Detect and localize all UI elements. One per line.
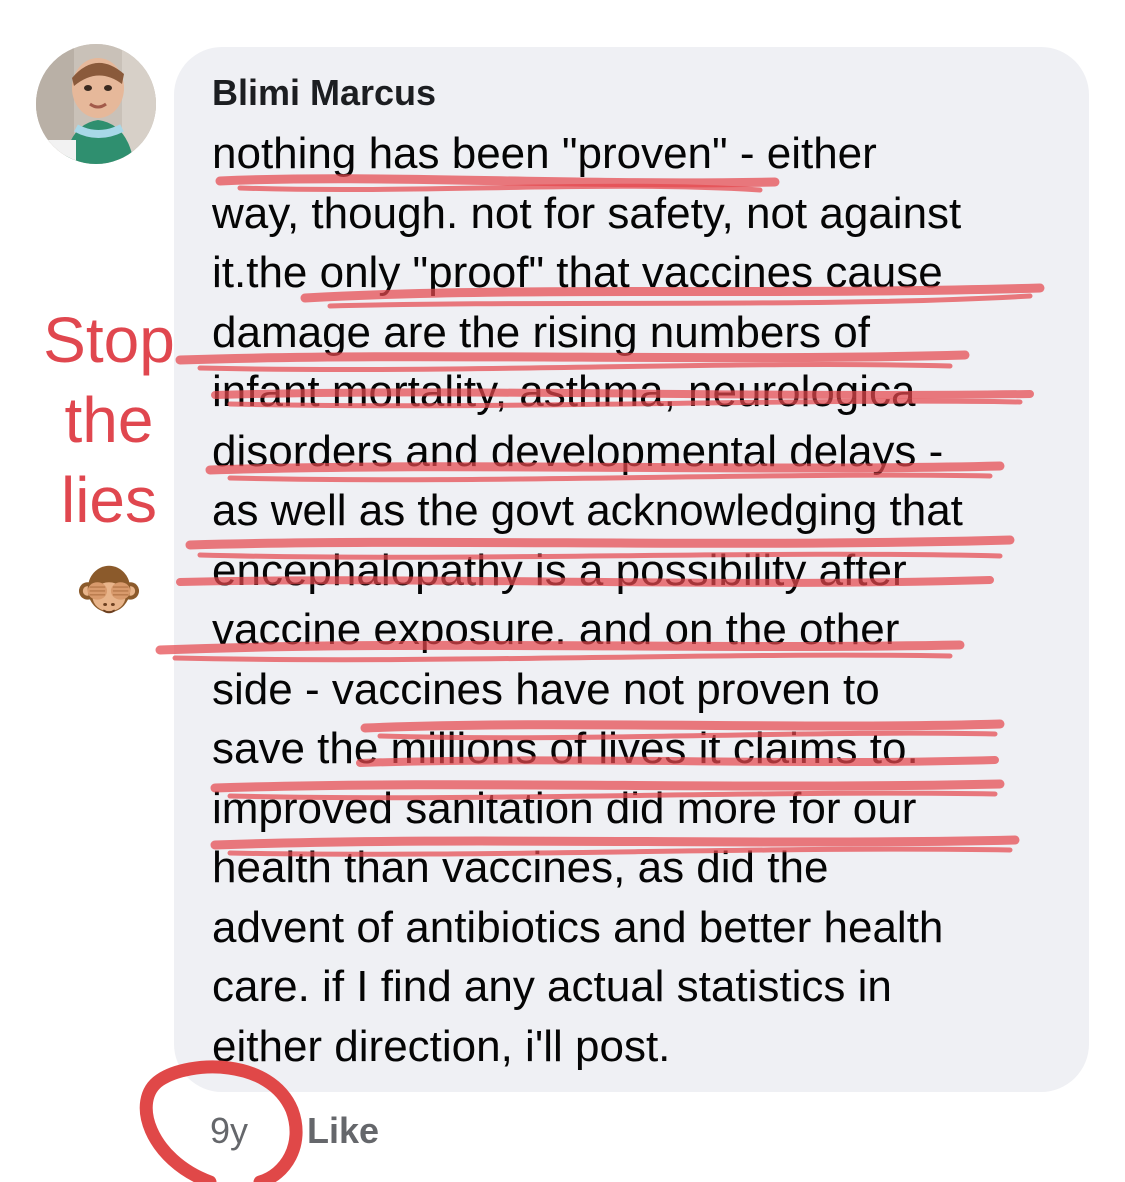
comment-line: as well as the govt acknowledging that <box>212 486 963 535</box>
comment-line: vaccine exposure. and on the other <box>212 605 900 654</box>
annotation-line: Stop <box>43 304 175 376</box>
annotation-line: lies <box>60 464 158 536</box>
comment-line: health than vaccines, as did the <box>212 843 829 892</box>
comment-timestamp[interactable]: 9y <box>210 1110 248 1152</box>
comment-line: disorders and developmental delays - <box>212 426 944 476</box>
comment-line: improved sanitation did more for our <box>212 783 917 833</box>
like-button[interactable]: Like <box>307 1110 379 1152</box>
see-no-evil-monkey-icon <box>78 565 140 614</box>
comment-line: save the millions of lives it claims to. <box>212 724 919 773</box>
comment-line: encephalopathy is a possibility after <box>212 545 907 595</box>
comment-line: side - vaccines have not proven to <box>212 664 880 714</box>
comment-body: nothing has been "proven" - either way, … <box>212 124 1062 1076</box>
avatar-photo <box>36 44 156 164</box>
avatar[interactable] <box>36 44 156 164</box>
comment-line: damage are the rising numbers of <box>212 307 870 357</box>
stop-the-lies-annotation: Stop the lies <box>34 300 184 540</box>
comment-line: it.the only "proof" that vaccines cause <box>212 248 943 297</box>
comment-line: care. if I find any actual statistics in <box>212 962 892 1011</box>
comment-line: infant mortality, asthma, neurologica <box>212 367 916 416</box>
comment-line: either direction, i'll post. <box>212 1021 671 1071</box>
comment-line: advent of antibiotics and better health <box>212 902 944 952</box>
annotation-line: the <box>64 384 154 456</box>
comment-line: nothing has been "proven" - either <box>212 129 877 178</box>
comment-line: way, though. not for safety, not against <box>212 188 962 238</box>
comment-author[interactable]: Blimi Marcus <box>212 72 436 114</box>
